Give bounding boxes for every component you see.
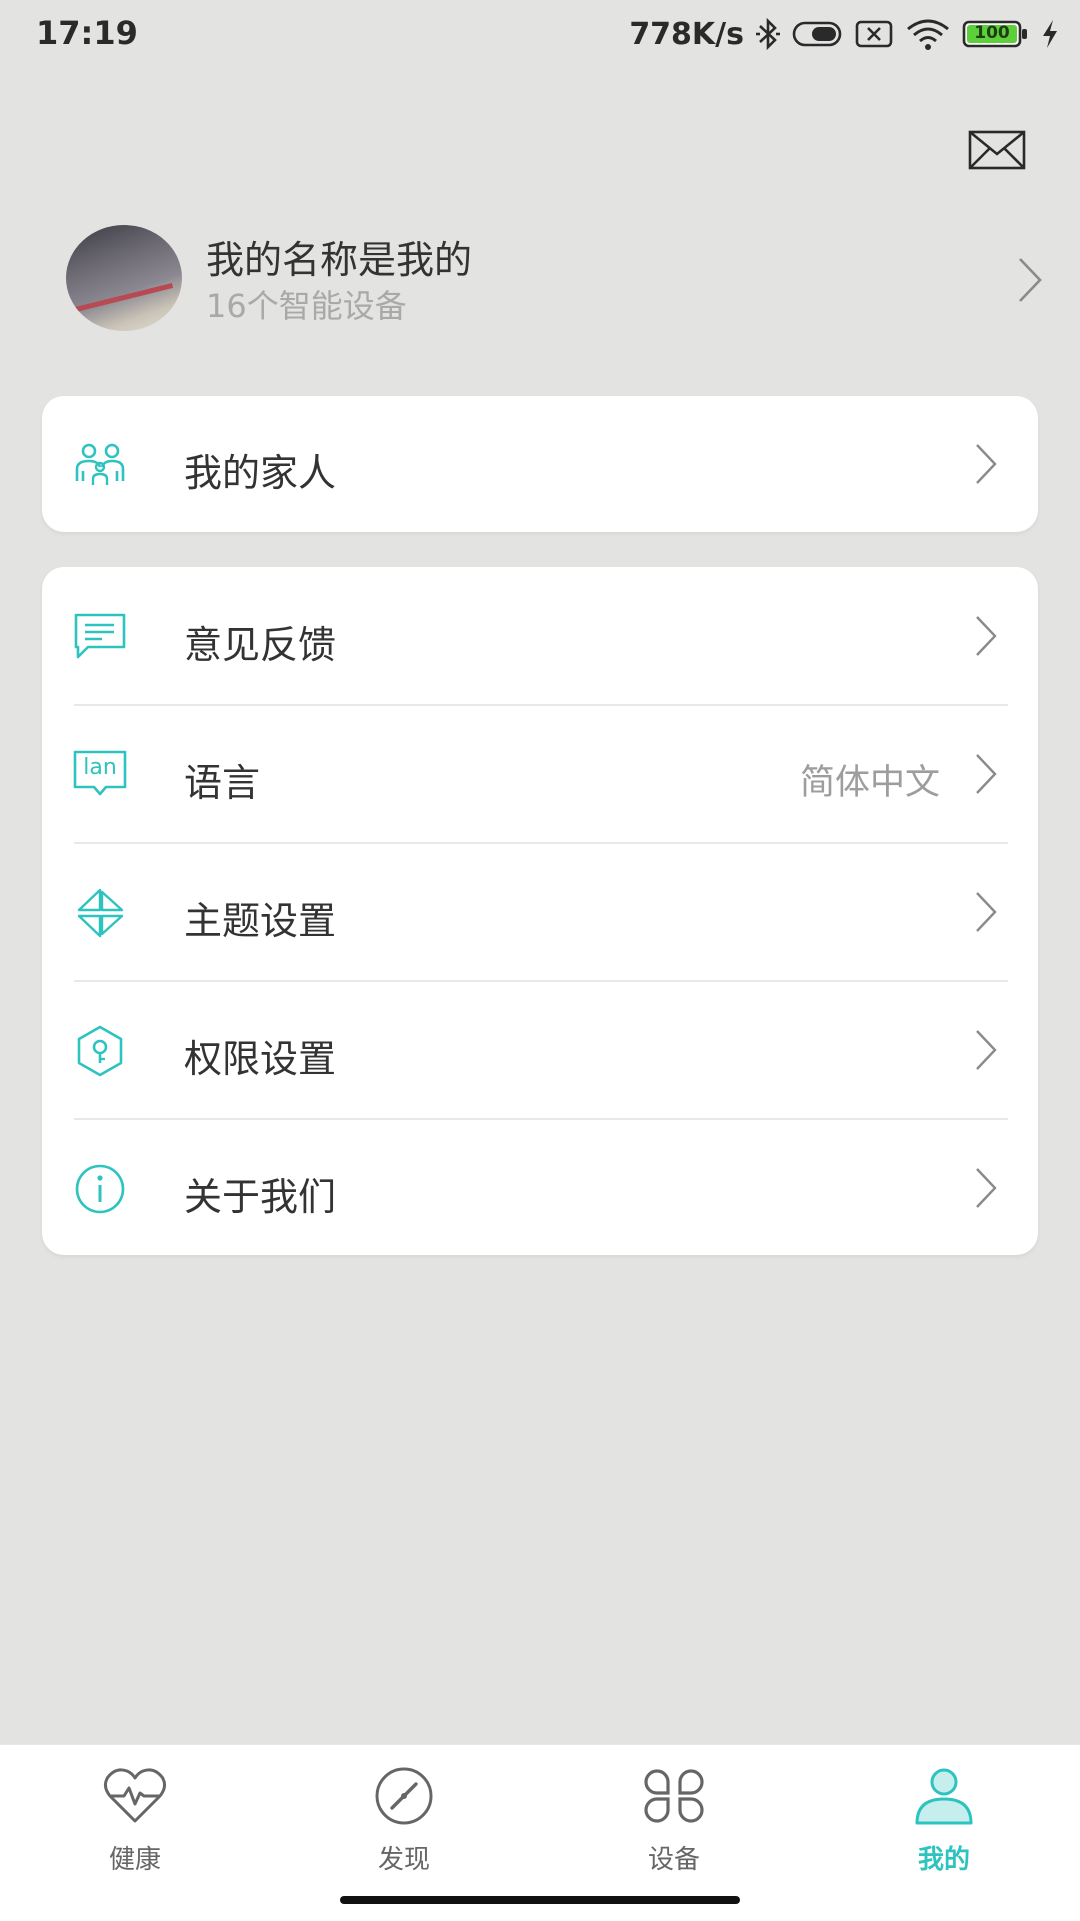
chevron-right-icon (976, 1030, 997, 1070)
menu-item-label: 关于我们 (184, 1175, 337, 1219)
tab-label: 设备 (647, 1845, 700, 1875)
devices-icon (644, 1769, 704, 1823)
chevron-right-icon (976, 616, 997, 656)
tab-devices[interactable]: 设备 (594, 1765, 754, 1885)
menu-item-about[interactable]: 关于我们 (42, 1120, 1038, 1257)
toggle-icon (792, 21, 842, 47)
chevron-right-icon (976, 754, 997, 794)
language-icon-text: lan (83, 755, 117, 780)
profile-name: 我的名称是我的 (206, 238, 473, 282)
charging-icon (1043, 20, 1057, 48)
heart-pulse-icon (103, 1768, 167, 1823)
menu-item-label: 我的家人 (184, 451, 337, 495)
tab-health[interactable]: 健康 (55, 1765, 215, 1885)
settings-card: 意见反馈 lan 语言 简体中文 主题设置 权限设置 关于我们 (42, 567, 1038, 1255)
info-icon (75, 1164, 125, 1214)
network-speed: 778K/s (629, 16, 744, 52)
status-bar: 17:19 778K/s 100 (0, 0, 1080, 70)
menu-item-label: 语言 (184, 761, 261, 805)
person-icon (915, 1768, 973, 1825)
chevron-right-icon (1019, 258, 1042, 302)
tab-label: 发现 (377, 1845, 430, 1875)
tab-label: 我的 (917, 1845, 970, 1875)
language-value: 简体中文 (799, 763, 940, 803)
chevron-right-icon (976, 444, 997, 484)
sim-x-icon (855, 20, 893, 48)
menu-item-label: 意见反馈 (184, 623, 337, 667)
avatar[interactable] (66, 225, 182, 331)
menu-item-family[interactable]: 我的家人 (42, 396, 1038, 533)
theme-icon (77, 888, 124, 938)
compass-icon (375, 1767, 433, 1825)
family-card: 我的家人 (42, 396, 1038, 532)
language-icon: lan (72, 749, 128, 801)
bottom-nav: 健康 发现 设备 我的 (0, 1744, 1080, 1921)
status-icons: 778K/s 100 (629, 12, 1060, 56)
menu-item-feedback[interactable]: 意见反馈 (42, 568, 1038, 705)
mail-icon[interactable] (968, 130, 1026, 170)
permission-icon (77, 1025, 123, 1077)
feedback-icon (74, 613, 126, 659)
menu-item-label: 权限设置 (184, 1037, 337, 1081)
battery-level: 100 (974, 23, 1010, 43)
tab-discover[interactable]: 发现 (324, 1765, 484, 1885)
chevron-right-icon (976, 1168, 997, 1208)
battery-icon: 100 (962, 20, 1028, 48)
wifi-icon (907, 19, 949, 50)
chevron-right-icon (976, 892, 997, 932)
profile-header[interactable]: 我的名称是我的 16个智能设备 (0, 215, 1080, 345)
status-time: 17:19 (36, 14, 138, 52)
family-icon (75, 443, 125, 485)
bluetooth-icon (756, 17, 780, 51)
device-count: 16个智能设备 (206, 287, 407, 325)
tab-label: 健康 (108, 1845, 161, 1875)
tab-mine[interactable]: 我的 (864, 1765, 1024, 1885)
menu-item-theme[interactable]: 主题设置 (42, 844, 1038, 981)
menu-item-permission[interactable]: 权限设置 (42, 982, 1038, 1119)
menu-item-label: 主题设置 (184, 899, 337, 943)
home-indicator[interactable] (340, 1896, 740, 1904)
menu-item-language[interactable]: lan 语言 简体中文 (42, 706, 1038, 843)
